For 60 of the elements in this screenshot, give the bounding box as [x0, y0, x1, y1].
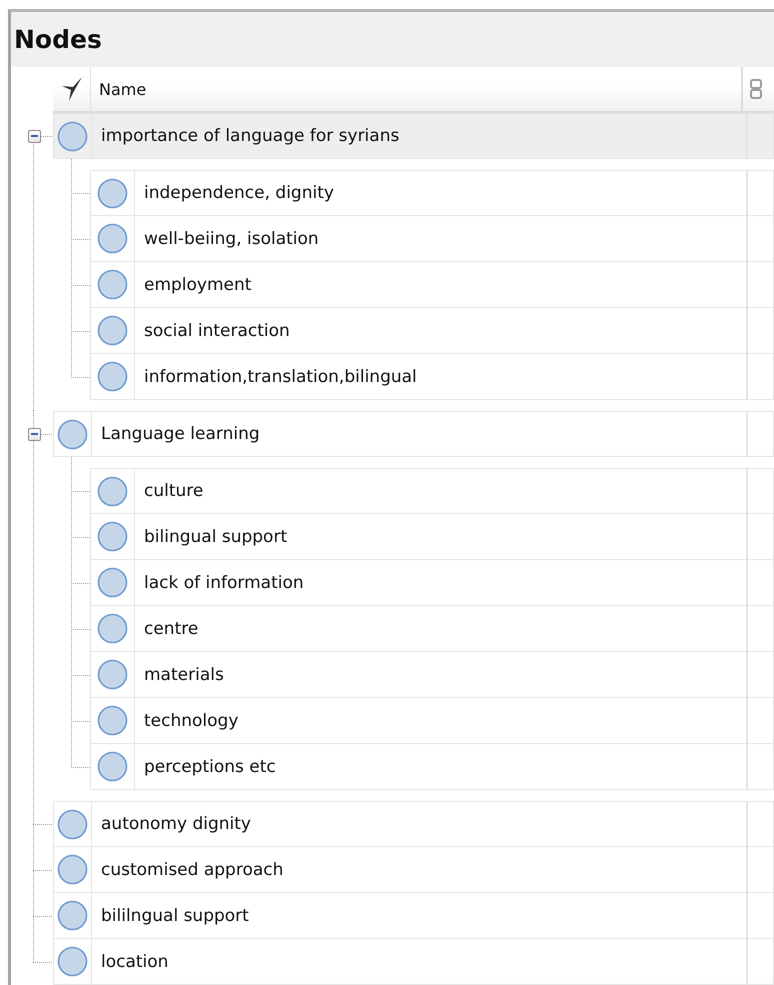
sparkle-icon[interactable] [60, 76, 84, 102]
tree-row[interactable]: location [53, 939, 774, 985]
tree-row[interactable]: technology [90, 698, 774, 744]
node-icon [97, 567, 128, 598]
node-name: centre [144, 618, 198, 638]
node-icon [57, 854, 88, 885]
node-icon [97, 751, 128, 782]
node-icon [97, 613, 128, 644]
node-name: social interaction [144, 320, 290, 340]
node-name: information,translation,bilingual [144, 366, 417, 386]
node-name: Language learning [101, 424, 260, 444]
tree-row[interactable]: independence, dignity [90, 170, 774, 216]
tree-row[interactable]: bililngual support [53, 893, 774, 939]
node-icon [97, 476, 128, 506]
node-name: location [101, 952, 168, 972]
node-name: culture [144, 481, 204, 501]
tree-row[interactable]: information,translation,bilingual [90, 354, 774, 400]
node-name: autonomy dignity [101, 814, 251, 834]
tree-row[interactable]: bilingual support [90, 514, 774, 560]
node-name: perceptions etc [144, 756, 276, 776]
tree-row[interactable]: social interaction [90, 308, 774, 354]
node-icon [97, 361, 128, 392]
node-name: lack of information [144, 572, 304, 592]
tree-row[interactable]: lack of information [90, 560, 774, 606]
node-name: bilingual support [144, 526, 288, 546]
panel-title: Nodes [11, 12, 774, 67]
node-icon [57, 120, 88, 152]
node-name: importance of language for syrians [101, 126, 400, 146]
tree-row[interactable]: employment [90, 262, 774, 308]
tree-row[interactable]: Language learning [53, 411, 774, 457]
node-icon [97, 315, 128, 346]
node-name: technology [144, 710, 238, 730]
node-name: well-beiing, isolation [144, 228, 319, 248]
node-icon [57, 808, 88, 840]
node-icon [57, 418, 88, 450]
collapse-button[interactable] [28, 130, 41, 142]
collapse-button[interactable] [28, 428, 41, 440]
column-header[interactable]: Name [99, 80, 146, 98]
node-name: bililngual support [101, 906, 249, 926]
node-icon [97, 223, 128, 254]
tree-row[interactable]: perceptions etc [90, 744, 774, 790]
tree-row[interactable]: materials [90, 652, 774, 698]
node-name: employment [144, 274, 252, 294]
node-name: customised approach [101, 860, 284, 880]
node-name: independence, dignity [144, 183, 334, 203]
column-icon[interactable] [749, 78, 763, 100]
node-icon [97, 521, 128, 552]
tree-row[interactable]: centre [90, 606, 774, 652]
node-icon [97, 659, 128, 690]
tree-row[interactable]: culture [90, 468, 774, 514]
tree-row[interactable]: importance of language for syrians [53, 113, 774, 159]
node-name: materials [144, 664, 224, 684]
tree-row[interactable]: autonomy dignity [53, 801, 774, 847]
tree-row[interactable]: well-beiing, isolation [90, 216, 774, 262]
tree-row[interactable]: customised approach [53, 847, 774, 893]
node-icon [57, 946, 88, 977]
node-icon [97, 705, 128, 736]
node-icon [57, 900, 88, 931]
node-icon [97, 269, 128, 300]
node-icon [97, 178, 128, 208]
